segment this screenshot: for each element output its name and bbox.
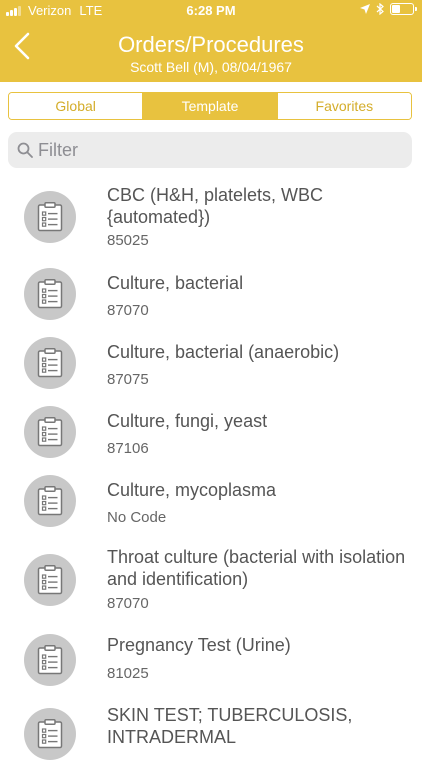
bluetooth-icon bbox=[376, 3, 384, 15]
clipboard-list-icon bbox=[37, 486, 63, 516]
list-item[interactable]: Culture, fungi, yeast 87106 bbox=[0, 396, 422, 465]
item-avatar bbox=[24, 708, 76, 760]
clipboard-list-icon bbox=[37, 565, 63, 595]
list-item[interactable]: Pregnancy Test (Urine) 81025 bbox=[0, 624, 422, 694]
clipboard-list-icon bbox=[37, 202, 63, 232]
status-bar: Verizon LTE 6:28 PM bbox=[0, 0, 422, 22]
list-item[interactable]: Culture, bacterial (anaerobic) 87075 bbox=[0, 327, 422, 396]
search-icon bbox=[17, 142, 33, 158]
search-bar bbox=[8, 132, 412, 168]
nav-header: Verizon LTE 6:28 PM Orders/Procedures Sc… bbox=[0, 0, 422, 82]
clipboard-list-icon bbox=[37, 417, 63, 447]
item-name: Pregnancy Test (Urine) bbox=[107, 635, 291, 655]
item-code: 81025 bbox=[107, 665, 149, 682]
item-avatar bbox=[24, 554, 76, 606]
list-item[interactable]: CBC (H&H, platelets, WBC {automated}) 85… bbox=[0, 168, 422, 258]
clipboard-list-icon bbox=[37, 719, 63, 749]
item-avatar bbox=[24, 337, 76, 389]
item-avatar bbox=[24, 634, 76, 686]
item-code: 87070 bbox=[107, 595, 149, 612]
list-item[interactable]: Throat culture (bacterial with isolation… bbox=[0, 534, 422, 624]
patient-subtitle: Scott Bell (M), 08/04/1967 bbox=[130, 59, 292, 75]
clipboard-list-icon bbox=[37, 279, 63, 309]
location-arrow-icon bbox=[360, 4, 370, 14]
item-avatar bbox=[24, 406, 76, 458]
battery-icon bbox=[390, 3, 417, 15]
item-avatar bbox=[24, 268, 76, 320]
item-code: No Code bbox=[107, 509, 167, 526]
item-name: Culture, bacterial bbox=[107, 273, 244, 293]
clipboard-list-icon bbox=[37, 348, 63, 378]
item-code: 85025 bbox=[107, 232, 149, 249]
status-right bbox=[354, 3, 417, 15]
item-code: 87075 bbox=[107, 371, 149, 388]
list-item[interactable]: SKIN TEST; TUBERCULOSIS, INTRADERMAL bbox=[0, 694, 422, 760]
list-item[interactable]: Culture, bacterial 87070 bbox=[0, 258, 422, 327]
page-title: Orders/Procedures bbox=[118, 32, 304, 57]
clipboard-list-icon bbox=[37, 645, 63, 675]
item-avatar bbox=[24, 475, 76, 527]
item-name: SKIN TEST; TUBERCULOSIS, INTRADERMAL bbox=[107, 705, 353, 747]
tab-favorites[interactable]: Favorites bbox=[276, 93, 411, 119]
list-item[interactable]: Culture, mycoplasma No Code bbox=[0, 465, 422, 534]
item-name: CBC (H&H, platelets, WBC {automated}) bbox=[107, 185, 324, 227]
segmented-control: Global Template Favorites bbox=[8, 92, 412, 120]
item-name: Culture, fungi, yeast bbox=[107, 411, 268, 431]
item-name: Culture, mycoplasma bbox=[107, 480, 277, 500]
item-code: 87070 bbox=[107, 302, 149, 319]
item-code: 87106 bbox=[107, 440, 149, 457]
item-avatar bbox=[24, 191, 76, 243]
tab-global[interactable]: Global bbox=[9, 93, 143, 119]
filter-input[interactable] bbox=[38, 132, 398, 168]
item-name: Culture, bacterial (anaerobic) bbox=[107, 342, 340, 362]
item-name: Throat culture (bacterial with isolation… bbox=[107, 547, 406, 589]
tab-template[interactable]: Template bbox=[142, 93, 277, 119]
